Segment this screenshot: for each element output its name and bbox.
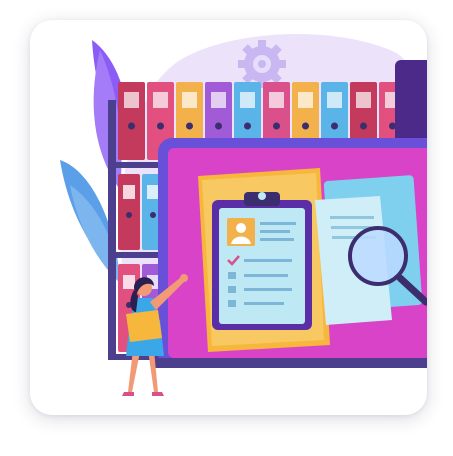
binder-ring (360, 122, 367, 130)
binder-ring (244, 122, 251, 130)
leaf-purple-2 (93, 50, 122, 190)
binder-label (240, 92, 255, 108)
binder-ring (215, 122, 222, 130)
gear-icon (238, 40, 286, 88)
binder-ring (128, 122, 135, 130)
binder-ring (186, 122, 193, 130)
document-management-illustration (60, 34, 427, 396)
binder-ring (389, 122, 396, 130)
screen-base (150, 358, 427, 368)
binder-ring (273, 122, 280, 130)
shelf-left-post (108, 100, 116, 360)
illustration-card (30, 20, 427, 415)
binder-ring (157, 122, 164, 130)
binder-label (124, 92, 139, 108)
binder-label (356, 92, 371, 108)
binder-label (269, 92, 284, 108)
binder-label (327, 92, 342, 108)
binder-ring (331, 122, 338, 130)
binder-label (211, 92, 226, 108)
clipboard (212, 192, 312, 330)
binder-label (298, 92, 313, 108)
binder-ring (302, 122, 309, 130)
binder-label (153, 92, 168, 108)
binder-label (182, 92, 197, 108)
